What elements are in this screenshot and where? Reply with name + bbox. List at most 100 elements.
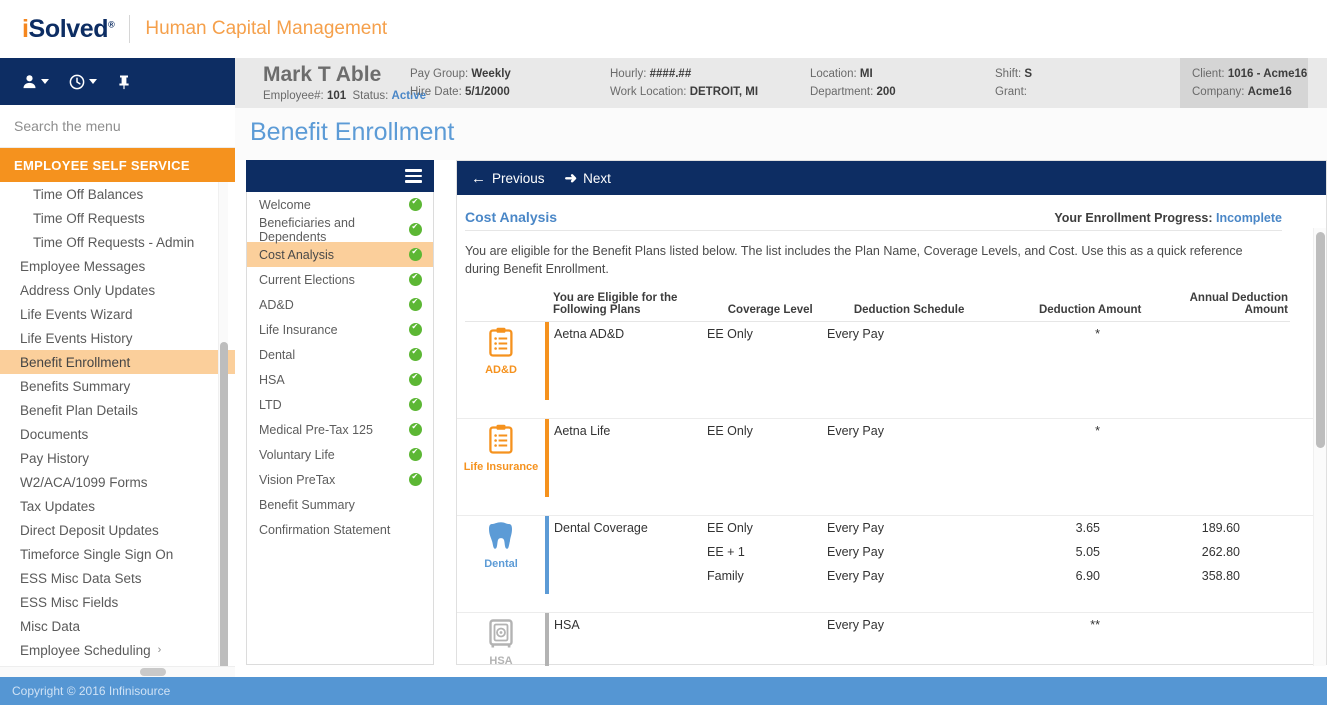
employee-number-label: Employee#: bbox=[263, 89, 324, 102]
wizard-step-label: Voluntary Life bbox=[259, 447, 335, 462]
previous-button-label: Previous bbox=[492, 170, 545, 186]
sidebar-item-w2-aca-1099-forms[interactable]: W2/ACA/1099 Forms bbox=[0, 470, 235, 494]
table-header: You are Eligible for the Following Plans… bbox=[465, 292, 1290, 322]
plan-rows: HSA Every Pay ** bbox=[549, 613, 1326, 666]
sidebar-item-life-events-history[interactable]: Life Events History bbox=[0, 326, 235, 350]
cell-schedule: Every Pay bbox=[827, 618, 884, 632]
plan-group-divider bbox=[457, 400, 1326, 419]
sidebar-scrollbar-thumb[interactable] bbox=[220, 342, 228, 684]
previous-button[interactable]: ← Previous bbox=[471, 170, 545, 187]
main-content-panel: ← Previous ➜ Next Cost Analysis Your Enr… bbox=[456, 160, 1327, 666]
wizard-step-label: Beneficiaries and Dependents bbox=[259, 215, 355, 244]
plan-rows: Dental Coverage EE Only Every Pay 3.65 189.6… bbox=[549, 516, 1326, 594]
column-header-plans: You are Eligible for the Following Plans bbox=[553, 292, 678, 316]
wizard-step-vision-pretax[interactable]: Vision PreTax bbox=[247, 467, 433, 492]
sidebar-item-benefit-plan-details[interactable]: Benefit Plan Details bbox=[0, 398, 235, 422]
cell-name: HSA bbox=[554, 618, 580, 632]
sidebar-horizontal-scrollbar-track[interactable] bbox=[0, 666, 235, 677]
wizard-step-life-insurance[interactable]: Life Insurance bbox=[247, 317, 433, 342]
sidebar-item-time-off-requests[interactable]: Time Off Requests bbox=[0, 206, 235, 230]
user-menu-button[interactable] bbox=[14, 70, 57, 93]
check-circle-icon bbox=[409, 372, 422, 386]
sidebar-item-benefits-summary[interactable]: Benefits Summary bbox=[0, 374, 235, 398]
sidebar-item-employee-scheduling[interactable]: Employee Scheduling › bbox=[0, 638, 235, 662]
sidebar-item-tax-updates[interactable]: Tax Updates bbox=[0, 494, 235, 518]
sidebar-item-ess-misc-data-sets[interactable]: ESS Misc Data Sets bbox=[0, 566, 235, 590]
field-value: ####.## bbox=[649, 68, 692, 80]
wizard-step-confirmation-statement[interactable]: Confirmation Statement bbox=[247, 517, 433, 542]
pin-button[interactable] bbox=[109, 70, 139, 94]
sidebar-item-pay-history[interactable]: Pay History bbox=[0, 446, 235, 470]
sidebar-item-ess-misc-fields[interactable]: ESS Misc Fields bbox=[0, 590, 235, 614]
table-row[interactable]: HSA Every Pay ** bbox=[549, 613, 1326, 637]
wizard-step-label: Confirmation Statement bbox=[259, 522, 391, 537]
sidebar-item-direct-deposit-updates[interactable]: Direct Deposit Updates bbox=[0, 518, 235, 542]
safe-vault-icon bbox=[488, 618, 514, 651]
wizard-step-ad-d[interactable]: AD&D bbox=[247, 292, 433, 317]
wizard-step-beneficiaries-and-dependents[interactable]: Beneficiaries and Dependents bbox=[247, 215, 433, 244]
plan-group-divider bbox=[457, 497, 1326, 516]
left-column: Search the menu EMPLOYEE SELF SERVICE Ti… bbox=[0, 58, 235, 684]
wizard-step-hsa[interactable]: HSA bbox=[247, 367, 433, 392]
enrollment-progress-value[interactable]: Incomplete bbox=[1216, 211, 1282, 225]
sidebar-item-time-off-balances[interactable]: Time Off Balances bbox=[0, 182, 235, 206]
sidebar-item-address-only-updates[interactable]: Address Only Updates bbox=[0, 278, 235, 302]
column-header-schedule: Deduction Schedule bbox=[853, 304, 965, 316]
cell-coverage: EE Only bbox=[707, 521, 753, 535]
check-circle-icon bbox=[409, 447, 422, 461]
search-input[interactable]: Search the menu bbox=[0, 105, 235, 148]
table-row[interactable]: Family Every Pay 6.90 358.80 bbox=[549, 564, 1326, 588]
field-label: Shift: bbox=[995, 68, 1022, 80]
sidebar-item-life-events-wizard[interactable]: Life Events Wizard bbox=[0, 302, 235, 326]
sidebar-item-label: Life Events History bbox=[20, 330, 133, 346]
column-header-coverage: Coverage Level bbox=[727, 304, 813, 316]
check-circle-icon bbox=[409, 397, 422, 411]
sidebar-item-timeforce-single-sign-on[interactable]: Timeforce Single Sign On bbox=[0, 542, 235, 566]
time-menu-button[interactable] bbox=[61, 70, 105, 94]
sidebar-item-label: ESS Misc Data Sets bbox=[20, 570, 142, 586]
chevron-right-icon: › bbox=[157, 644, 162, 656]
sidebar-item-documents[interactable]: Documents bbox=[0, 422, 235, 446]
hamburger-menu-icon[interactable] bbox=[405, 166, 422, 186]
plan-rows: Aetna Life EE Only Every Pay * bbox=[549, 419, 1326, 497]
field-value: DETROIT, MI bbox=[689, 86, 759, 98]
cell-name: Dental Coverage bbox=[554, 521, 648, 535]
next-button[interactable]: ➜ Next bbox=[565, 169, 611, 187]
content-scrollbar-thumb[interactable] bbox=[1316, 232, 1325, 448]
cell-deduction: 5.05 bbox=[1075, 545, 1100, 559]
cell-coverage: EE + 1 bbox=[707, 545, 745, 559]
sidebar-item-employee-messages[interactable]: Employee Messages bbox=[0, 254, 235, 278]
field-pay-group: Pay Group: Weekly bbox=[410, 65, 610, 83]
cost-analysis-table: You are Eligible for the Following Plans… bbox=[465, 292, 1290, 322]
plan-icon-label: HSA bbox=[489, 655, 513, 666]
wizard-step-medical-pre-tax-125[interactable]: Medical Pre-Tax 125 bbox=[247, 417, 433, 442]
sidebar-section-header: EMPLOYEE SELF SERVICE bbox=[0, 148, 235, 182]
wizard-step-benefit-summary[interactable]: Benefit Summary bbox=[247, 492, 433, 517]
employee-info-column-2: Hourly: ####.## Work Location: DETROIT, … bbox=[610, 65, 810, 101]
wizard-step-ltd[interactable]: LTD bbox=[247, 392, 433, 417]
sidebar-item-label: ESS Misc Fields bbox=[20, 594, 119, 610]
check-circle-icon bbox=[409, 322, 422, 336]
plan-icon-cell: HSA bbox=[457, 613, 545, 666]
table-row[interactable]: Aetna AD&D EE Only Every Pay * bbox=[549, 322, 1326, 346]
table-row[interactable]: Dental Coverage EE Only Every Pay 3.65 189.6… bbox=[549, 516, 1326, 540]
logo-rest: Solved bbox=[28, 14, 109, 43]
table-row[interactable]: EE + 1 Every Pay 5.05 262.80 bbox=[549, 540, 1326, 564]
sidebar-scrollbar-track[interactable] bbox=[218, 182, 228, 684]
sidebar-horizontal-scrollbar-thumb[interactable] bbox=[140, 668, 166, 676]
content-scrollbar-track[interactable] bbox=[1313, 228, 1326, 666]
wizard-step-current-elections[interactable]: Current Elections bbox=[247, 267, 433, 292]
employee-info-column-5: Client: 1016 - Acme16 Company: Acme16 bbox=[1180, 58, 1308, 108]
sidebar-item-misc-data[interactable]: Misc Data bbox=[0, 614, 235, 638]
row-spacer bbox=[549, 467, 1326, 491]
wizard-step-cost-analysis[interactable]: Cost Analysis bbox=[247, 242, 433, 267]
wizard-step-welcome[interactable]: Welcome bbox=[247, 192, 433, 217]
plan-icon-label: Dental bbox=[484, 558, 518, 570]
sidebar-item-time-off-requests-admin[interactable]: Time Off Requests - Admin bbox=[0, 230, 235, 254]
table-row[interactable]: Aetna Life EE Only Every Pay * bbox=[549, 419, 1326, 443]
wizard-step-voluntary-life[interactable]: Voluntary Life bbox=[247, 442, 433, 467]
wizard-step-dental[interactable]: Dental bbox=[247, 342, 433, 367]
sidebar-item-label: Timeforce Single Sign On bbox=[20, 546, 174, 562]
arrow-left-icon: ← bbox=[471, 169, 486, 187]
sidebar-item-benefit-enrollment[interactable]: Benefit Enrollment bbox=[0, 350, 235, 374]
